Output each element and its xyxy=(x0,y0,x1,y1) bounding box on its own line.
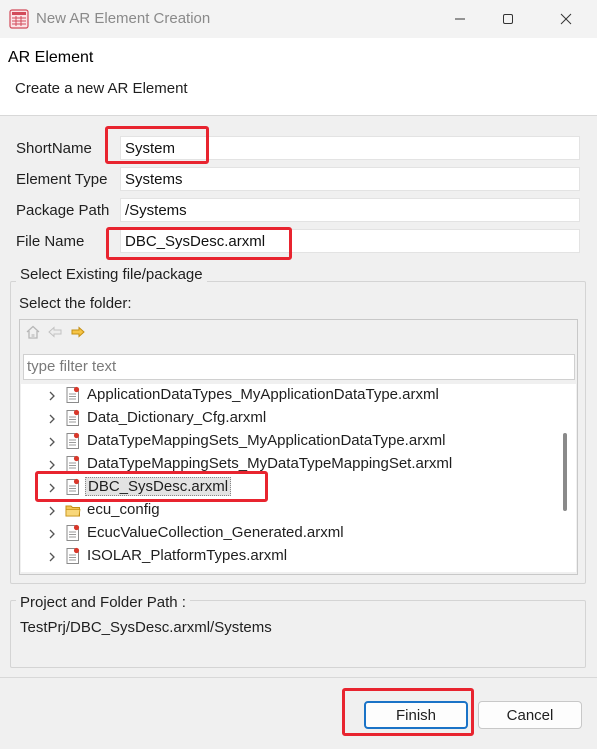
tree-scrollbar-thumb[interactable] xyxy=(563,433,567,511)
arxml-file-icon xyxy=(65,478,81,496)
tree-item[interactable]: DataTypeMappingSets_MyDataTypeMappingSet… xyxy=(21,453,556,476)
cancel-button[interactable]: Cancel xyxy=(478,701,582,729)
arxml-file-icon xyxy=(65,524,81,542)
arxml-file-icon xyxy=(65,386,81,404)
arxml-file-icon xyxy=(65,409,81,427)
arxml-file-icon xyxy=(65,432,81,450)
tree-item-label: ecu_config xyxy=(87,501,160,518)
back-icon[interactable] xyxy=(46,323,64,341)
window-title: New AR Element Creation xyxy=(36,10,211,27)
tree-item-label: ISOLAR_PlatformTypes.arxml xyxy=(87,547,288,564)
chevron-right-icon[interactable] xyxy=(47,389,57,401)
arxml-file-icon xyxy=(65,455,81,473)
wizard-title: AR Element xyxy=(8,49,94,66)
chevron-right-icon[interactable] xyxy=(47,527,57,539)
maximize-icon[interactable] xyxy=(493,6,523,32)
tree-item-label: Data_Dictionary_Cfg.arxml xyxy=(87,409,267,426)
tree-item[interactable]: DBC_SysDesc.arxml xyxy=(21,476,556,499)
tree-item-label: DataTypeMappingSets_MyApplicationDataTyp… xyxy=(87,432,446,449)
chevron-right-icon[interactable] xyxy=(47,435,57,447)
package-path-input[interactable]: /Systems xyxy=(120,198,580,222)
tree-item[interactable]: ecu_config xyxy=(21,499,556,522)
arxml-file-icon xyxy=(65,547,81,565)
tree-item[interactable]: DataTypeMappingSets_MyApplicationDataTyp… xyxy=(21,430,556,453)
app-icon xyxy=(9,9,29,29)
chevron-right-icon[interactable] xyxy=(47,458,57,470)
package-path-label: Package Path xyxy=(16,202,110,219)
finish-button[interactable]: Finish xyxy=(364,701,468,729)
filter-input[interactable]: type filter text xyxy=(23,354,575,380)
element-type-input[interactable]: Systems xyxy=(120,167,580,191)
chevron-right-icon[interactable] xyxy=(47,504,57,516)
folder-tree[interactable]: ApplicationDataTypes_MyApplicationDataTy… xyxy=(21,384,556,572)
file-name-label: File Name xyxy=(16,233,85,250)
tree-item-label: DataTypeMappingSets_MyDataTypeMappingSet… xyxy=(87,455,453,472)
home-icon[interactable] xyxy=(24,323,42,341)
chevron-right-icon[interactable] xyxy=(47,550,57,562)
select-folder-label: Select the folder: xyxy=(19,295,132,312)
chevron-right-icon[interactable] xyxy=(47,481,57,493)
existing-file-group-label: Select Existing file/package xyxy=(16,266,207,283)
wizard-subtitle: Create a new AR Element xyxy=(15,80,188,97)
shortname-input[interactable]: System xyxy=(120,136,580,160)
folder-icon xyxy=(65,501,81,519)
tree-item[interactable]: Data_Dictionary_Cfg.arxml xyxy=(21,407,556,430)
element-type-label: Element Type xyxy=(16,171,108,188)
tree-item[interactable]: ISOLAR_PlatformTypes.arxml xyxy=(21,545,556,568)
tree-item-label: EcucValueCollection_Generated.arxml xyxy=(87,524,344,541)
close-icon[interactable] xyxy=(551,6,581,32)
tree-item[interactable]: ApplicationDataTypes_MyApplicationDataTy… xyxy=(21,384,556,407)
forward-icon[interactable] xyxy=(69,323,87,341)
tree-item-label: ApplicationDataTypes_MyApplicationDataTy… xyxy=(87,386,439,403)
project-folder-path-value: TestPrj/DBC_SysDesc.arxml/Systems xyxy=(20,619,272,636)
minimize-icon[interactable] xyxy=(445,6,475,32)
tree-item[interactable]: EcucValueCollection_Generated.arxml xyxy=(21,522,556,545)
file-name-input[interactable]: DBC_SysDesc.arxml xyxy=(120,229,580,253)
project-folder-path-label: Project and Folder Path : xyxy=(16,594,190,611)
chevron-right-icon[interactable] xyxy=(47,412,57,424)
tree-item-label: DBC_SysDesc.arxml xyxy=(85,477,232,496)
shortname-label: ShortName xyxy=(16,140,92,157)
